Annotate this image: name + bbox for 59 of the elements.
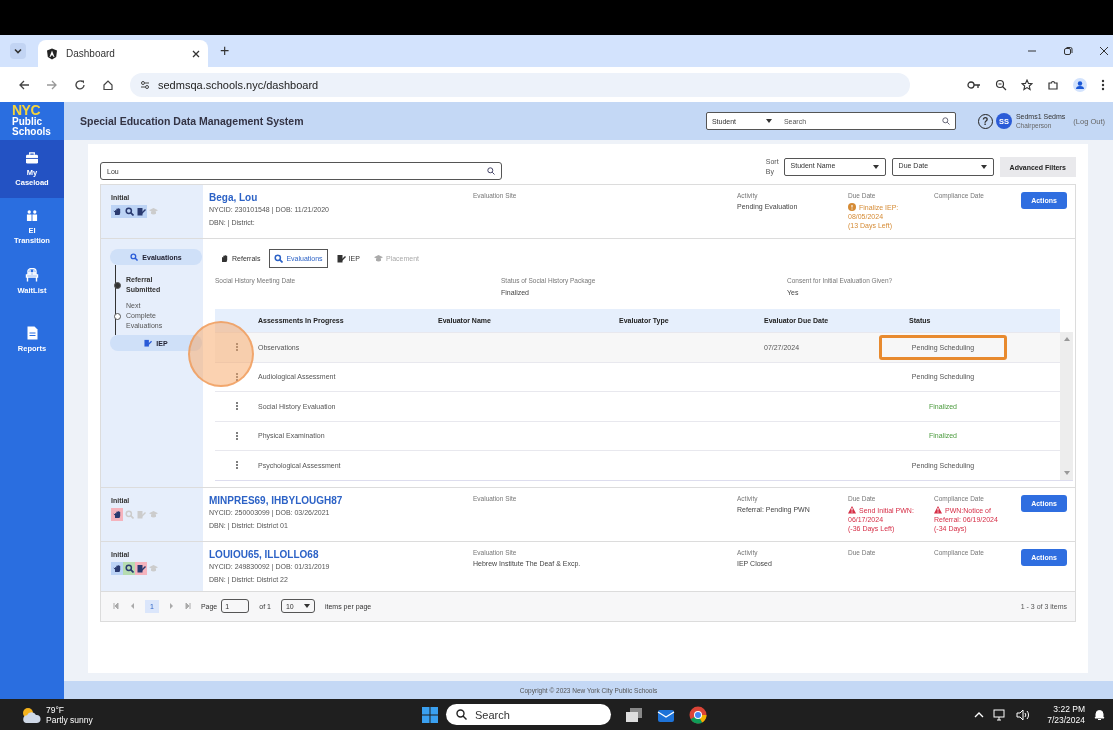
app-title: Special Education Data Management System	[80, 115, 304, 127]
chair-icon	[25, 268, 39, 282]
zoom-icon[interactable]	[995, 78, 1007, 91]
chrome-icon[interactable]	[689, 705, 707, 724]
star-icon[interactable]	[1021, 78, 1033, 91]
graduation-cap-icon	[373, 254, 383, 263]
briefcase-icon	[25, 152, 39, 164]
restore-icon[interactable]	[1063, 46, 1073, 56]
sun-cloud-icon	[20, 705, 42, 724]
taskbar-search-field[interactable]: Search	[446, 704, 611, 725]
row-menu-icon[interactable]	[235, 402, 238, 411]
document-pen-icon	[336, 254, 346, 263]
caret-icon	[872, 165, 879, 169]
document-pen-icon	[144, 339, 153, 347]
clock-date: 7/23/2024	[1047, 714, 1085, 726]
close-icon[interactable]	[192, 49, 200, 58]
search-icon	[130, 253, 139, 261]
close-icon[interactable]	[1099, 46, 1109, 56]
key-icon[interactable]	[967, 79, 981, 90]
row-menu-icon[interactable]	[235, 431, 238, 440]
angular-logo-icon	[46, 47, 58, 60]
temperature: 79°F	[46, 704, 66, 715]
home-icon[interactable]	[102, 78, 114, 91]
reload-icon[interactable]	[74, 78, 86, 91]
row-menu-icon[interactable]	[235, 461, 238, 470]
monitor-icon[interactable]	[993, 708, 1008, 721]
search-icon[interactable]	[487, 167, 495, 175]
browser-tab[interactable]: Dashboard	[38, 40, 208, 67]
search-icon[interactable]	[941, 117, 950, 125]
caret-icon	[303, 604, 310, 608]
tab-list-icon[interactable]	[10, 43, 26, 59]
alert-icon	[848, 505, 856, 514]
speaker-icon[interactable]	[1016, 708, 1031, 721]
more-menu-icon[interactable]	[1101, 78, 1105, 91]
address-bar[interactable]: sedmsqa.schools.nyc/dashboard	[130, 72, 910, 97]
chevron-up-icon[interactable]	[974, 710, 985, 719]
clock-time: 3:22 PM	[1053, 703, 1085, 715]
start-icon[interactable]	[422, 706, 438, 723]
caret-icon	[980, 165, 987, 169]
student-name-link[interactable]: Bega, Lou	[209, 192, 473, 203]
site-settings-icon[interactable]	[140, 79, 150, 90]
bell-icon[interactable]	[1094, 708, 1105, 721]
caret-icon	[765, 119, 772, 123]
url-text: sedmsqa.schools.nyc/dashboard	[158, 78, 319, 91]
alert-icon	[848, 203, 856, 211]
forward-arrow-icon[interactable]	[46, 78, 58, 91]
tab-title: Dashboard	[66, 48, 116, 59]
student-name-link[interactable]: MINPRES69, IHBYLOUGH87	[209, 494, 473, 506]
search-icon	[274, 254, 284, 263]
task-view-icon[interactable]	[625, 706, 643, 723]
document-icon	[26, 326, 38, 340]
search-icon	[456, 709, 467, 720]
weather-text: Partly sunny	[46, 714, 93, 725]
new-tab-button[interactable]: +	[220, 42, 230, 60]
profile-icon[interactable]	[1073, 77, 1087, 92]
people-icon	[25, 210, 39, 222]
alert-icon	[934, 505, 942, 514]
back-arrow-icon[interactable]	[18, 78, 30, 91]
student-name-link[interactable]: LOUIOU65, ILLOLLO68	[209, 548, 473, 560]
